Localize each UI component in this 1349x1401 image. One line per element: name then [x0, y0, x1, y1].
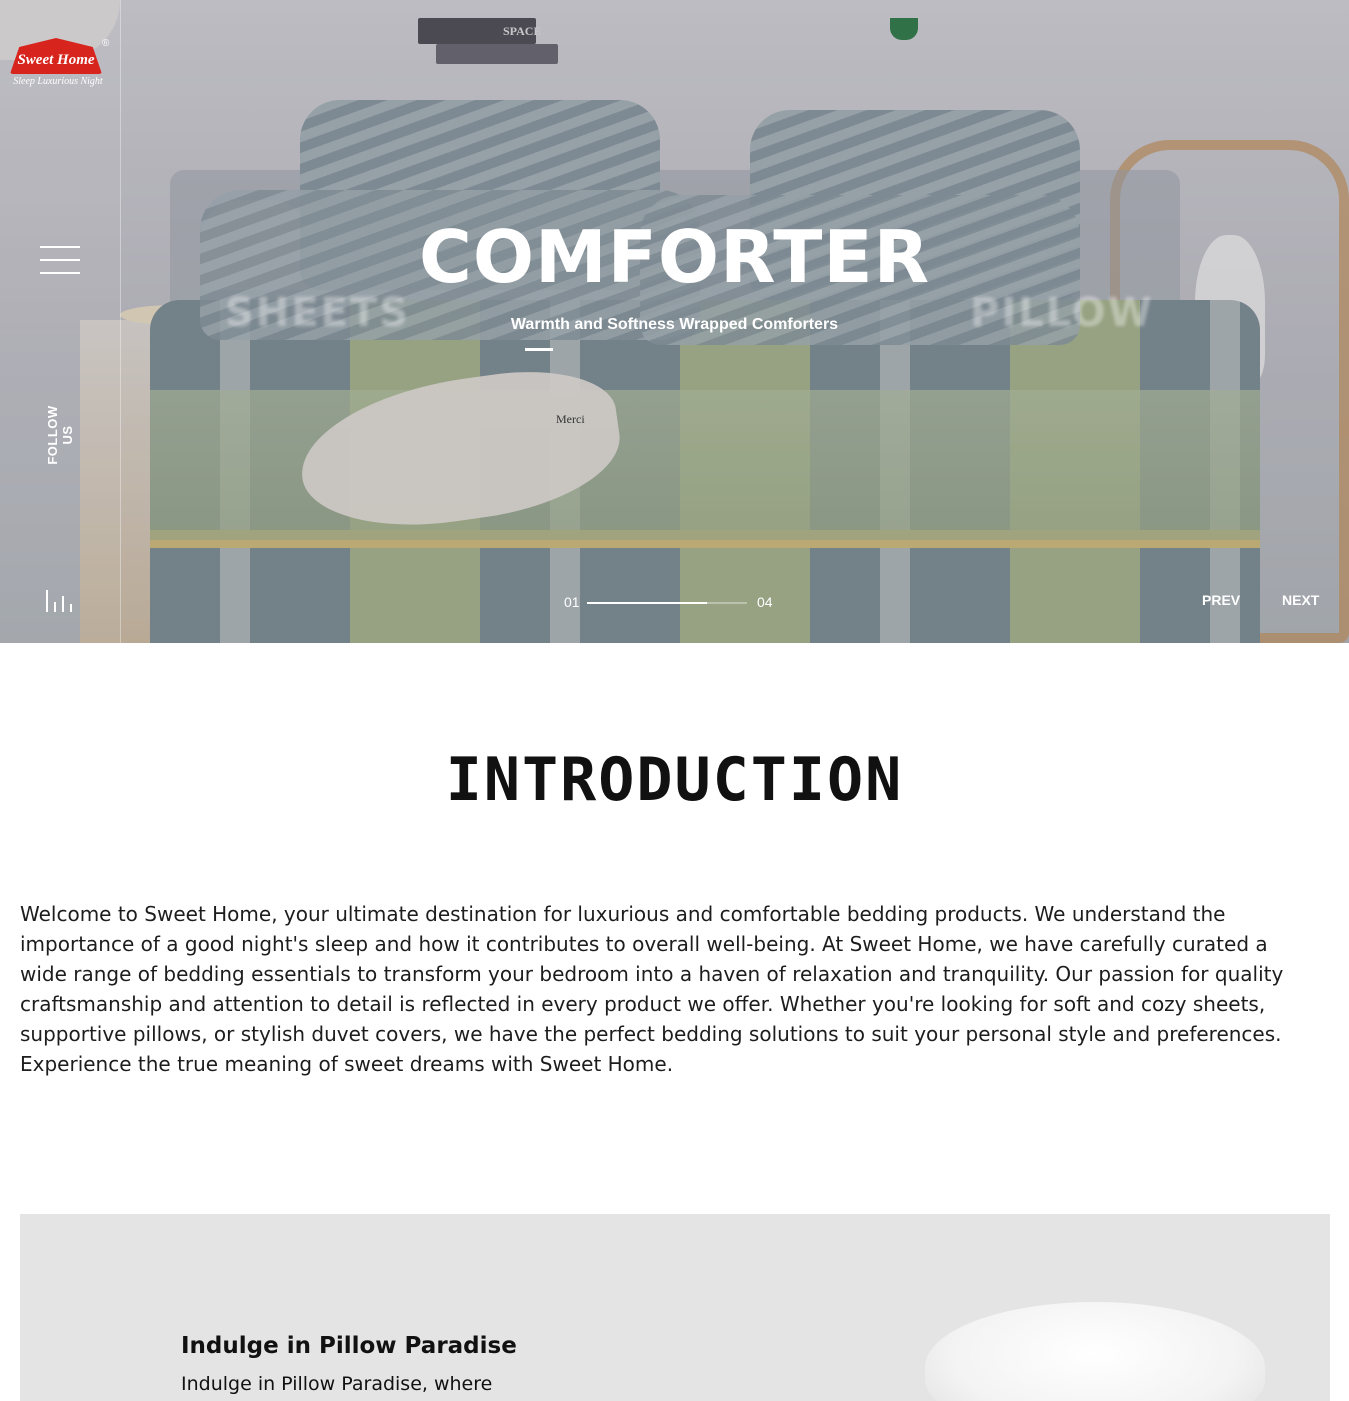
next-button[interactable]: NEXT: [1282, 592, 1319, 608]
logo[interactable]: Sweet Home Sleep Luxurious Night ®: [10, 38, 110, 93]
prev-button[interactable]: PREV: [1202, 592, 1240, 608]
hamburger-menu-icon[interactable]: [40, 246, 80, 274]
sidebar: Sweet Home Sleep Luxurious Night ® FOLLO…: [0, 0, 121, 643]
feature-text: Indulge in Pillow Paradise, where: [181, 1373, 493, 1395]
equalizer-icon[interactable]: [46, 590, 74, 612]
intro-title: INTRODUCTION: [445, 745, 904, 815]
pillow-image: [925, 1302, 1265, 1401]
hero-divider: [525, 348, 553, 351]
feature-title: Indulge in Pillow Paradise: [181, 1333, 517, 1359]
slide-progress-fill: [587, 602, 707, 604]
hero-title: COMFORTER: [418, 215, 931, 299]
feature-section: Indulge in Pillow Paradise Indulge in Pi…: [20, 1214, 1330, 1401]
slide-total: 04: [757, 594, 773, 610]
hero-slider: SPACE Merci SHEETS PILLOW COMFORTER Warm…: [0, 0, 1349, 643]
registered-mark: ®: [102, 38, 110, 49]
follow-us-label[interactable]: FOLLOW US: [45, 395, 75, 475]
intro-text: Welcome to Sweet Home, your ultimate des…: [20, 902, 1284, 1076]
slide-current: 01: [564, 594, 580, 610]
slide-progress: [587, 602, 747, 604]
logo-tagline: Sleep Luxurious Night: [13, 76, 103, 87]
logo-name: Sweet Home: [17, 52, 95, 68]
hero-subtitle: Warmth and Softness Wrapped Comforters: [510, 316, 839, 333]
